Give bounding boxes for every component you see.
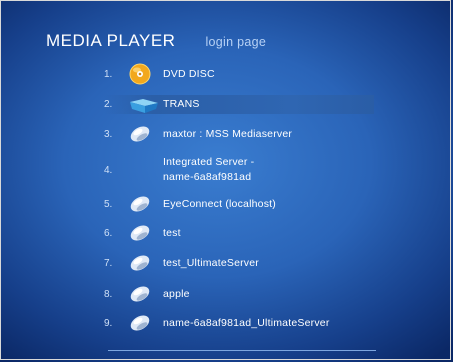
item-number: 8.: [104, 288, 113, 300]
item-label: EyeConnect (localhost): [163, 197, 276, 210]
list-item-eyeconnect[interactable]: 5. EyeConnect (localhost): [104, 194, 374, 214]
item-label: Integrated Server - name-6a8af981ad: [163, 155, 254, 185]
item-number: 3.: [104, 128, 113, 140]
item-label: test_UltimateServer: [163, 256, 259, 269]
media-server-icon: [129, 124, 163, 144]
item-label: TRANS: [163, 98, 200, 110]
list-item-test[interactable]: 6. test: [104, 223, 374, 243]
item-label: DVD DISC: [163, 67, 215, 80]
item-label-line2: name-6a8af981ad: [163, 171, 252, 183]
server-list: 1. DVD DISC 2. TRANS 3. maxtor: MSS Med…: [0, 0, 453, 362]
dvd-disc-icon: [129, 63, 163, 85]
item-number: 6.: [104, 227, 113, 239]
list-item-test-ultimateserver[interactable]: 7. test_UltimateServer: [104, 253, 374, 273]
item-number: 7.: [104, 257, 113, 269]
empty-icon-slot: [129, 160, 163, 180]
item-label: test: [163, 226, 181, 239]
media-server-icon: [129, 284, 163, 304]
item-label: name-6a8af981ad_UltimateServer: [163, 316, 330, 329]
media-server-icon: [129, 194, 163, 214]
list-item-apple[interactable]: 8. apple: [104, 284, 374, 304]
item-number: 2.: [104, 99, 113, 110]
item-label: maxtor : MSS Mediaserver: [163, 127, 293, 140]
item-label-line1: Integrated Server -: [163, 156, 255, 168]
item-number: 4.: [104, 164, 113, 176]
network-folder-icon: [129, 95, 163, 115]
list-item-integrated-server[interactable]: 4. Integrated Server - name-6a8af981ad: [104, 152, 374, 188]
media-server-icon: [129, 253, 163, 273]
item-number: 5.: [104, 198, 113, 210]
item-number: 1.: [104, 68, 113, 80]
media-server-icon: [129, 313, 163, 333]
list-item-trans[interactable]: 2. TRANS: [104, 95, 374, 114]
bottom-divider: [108, 350, 376, 351]
media-server-icon: [129, 223, 163, 243]
list-item-dvd-disc[interactable]: 1. DVD DISC: [104, 63, 374, 85]
list-item-maxtor[interactable]: 3. maxtor : MSS Mediaserver: [104, 124, 374, 144]
item-label: apple: [163, 287, 190, 300]
item-number: 9.: [104, 317, 113, 329]
list-item-name-ultimateserver[interactable]: 9. name-6a8af981ad_UltimateServer: [104, 313, 374, 333]
